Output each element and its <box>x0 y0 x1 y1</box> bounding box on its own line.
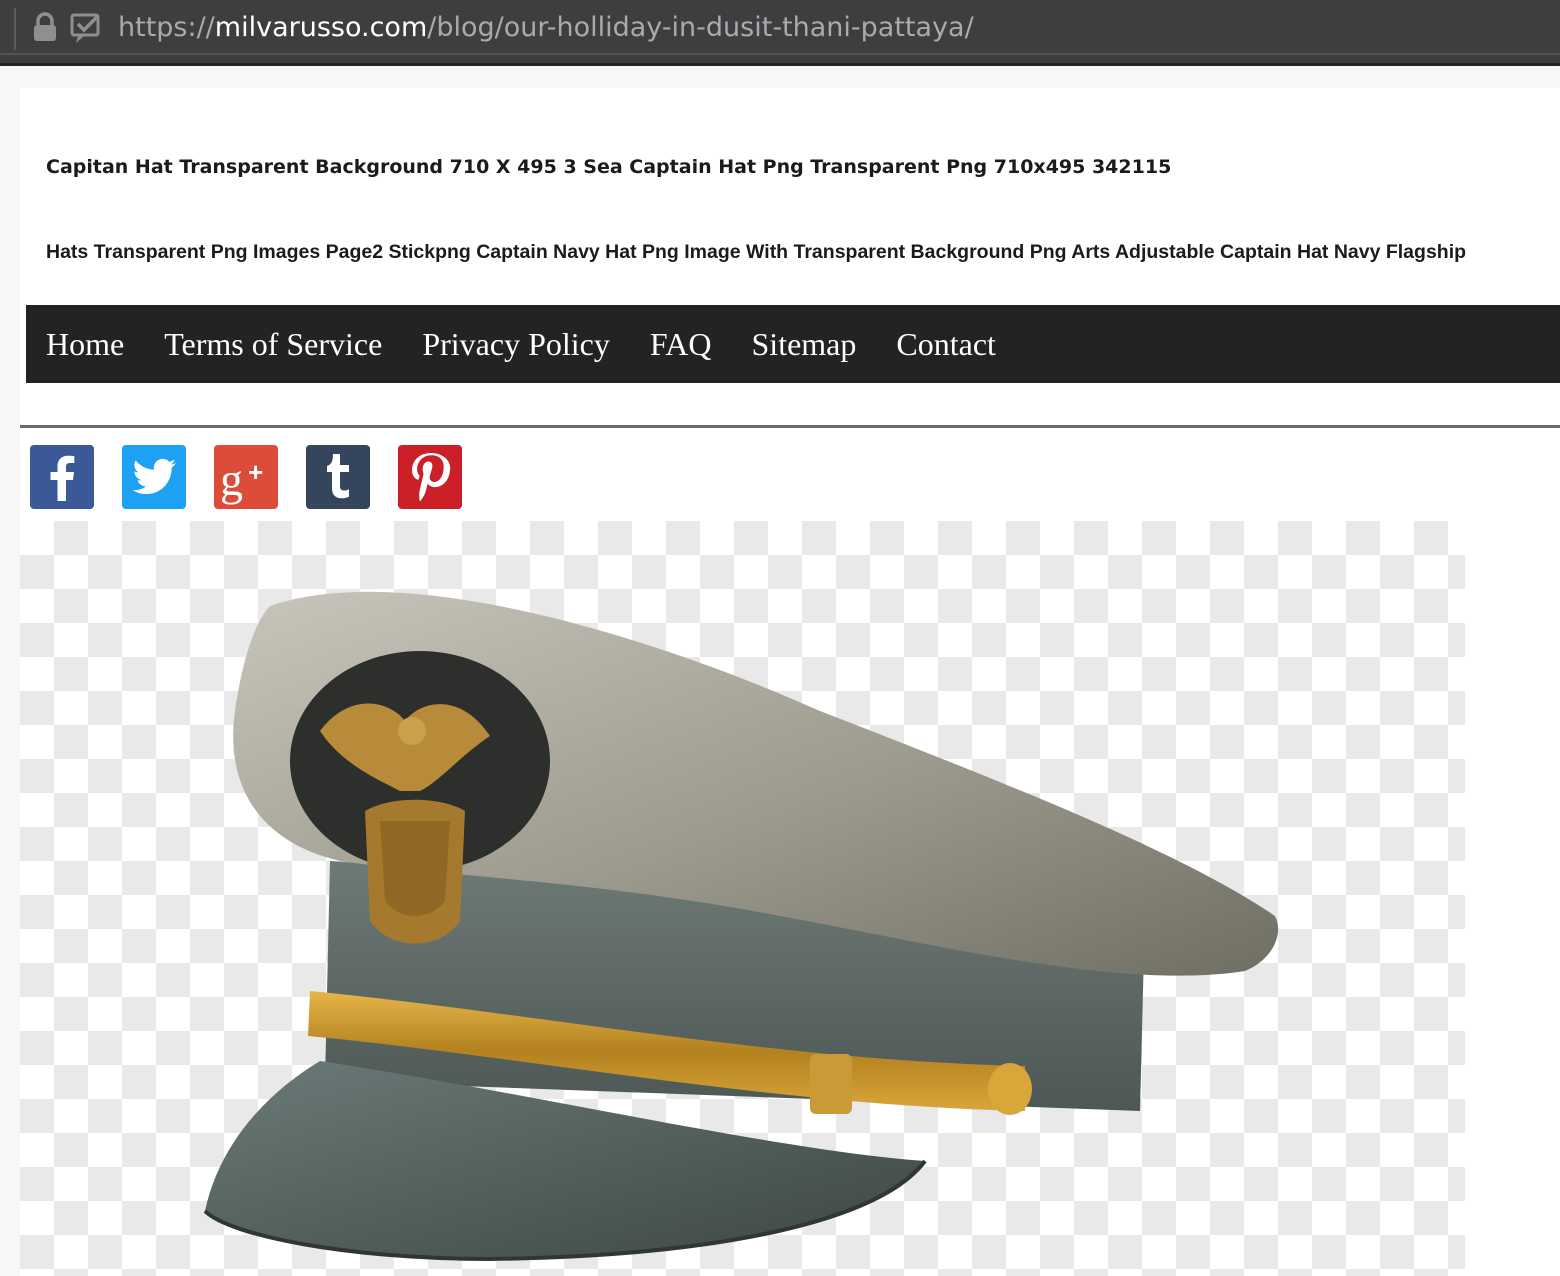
facebook-icon <box>50 455 75 501</box>
google-plus-icon: g + <box>220 454 263 505</box>
page-subtitle[interactable]: Hats Transparent Png Images Page2 Stickp… <box>46 241 1466 264</box>
nav-faq[interactable]: FAQ <box>650 326 712 363</box>
pinterest-icon <box>412 453 451 502</box>
tumblr-icon <box>327 454 349 499</box>
cord-button <box>988 1063 1032 1115</box>
lock-icon[interactable] <box>32 12 58 42</box>
tumblr-share-button[interactable] <box>306 445 370 509</box>
toolbar-separator <box>14 8 16 50</box>
google-plus-share-button[interactable]: g + <box>214 445 278 509</box>
nav-home[interactable]: Home <box>46 326 124 363</box>
nav-privacy-policy[interactable]: Privacy Policy <box>422 326 610 363</box>
twitter-icon <box>132 458 176 495</box>
url-bar-divider <box>0 53 1560 55</box>
page-content: Capitan Hat Transparent Background 710 X… <box>20 88 1560 1276</box>
nav-sitemap[interactable]: Sitemap <box>752 326 857 363</box>
svg-text:+: + <box>248 457 263 487</box>
page-title[interactable]: Capitan Hat Transparent Background 710 X… <box>46 156 1171 178</box>
social-share-bar: g + <box>30 445 490 509</box>
browser-url-bar: https://milvarusso.com/blog/our-holliday… <box>0 0 1560 66</box>
cord-slide <box>810 1054 852 1114</box>
reader-view-icon[interactable] <box>68 10 104 46</box>
twitter-share-button[interactable] <box>122 445 186 509</box>
pinterest-share-button[interactable] <box>398 445 462 509</box>
content-divider <box>20 425 1560 428</box>
captain-hat-image[interactable] <box>20 521 1465 1276</box>
svg-text:g: g <box>220 454 243 505</box>
main-navigation: Home Terms of Service Privacy Policy FAQ… <box>26 305 1560 383</box>
nav-contact[interactable]: Contact <box>896 326 996 363</box>
facebook-share-button[interactable] <box>30 445 94 509</box>
nav-terms-of-service[interactable]: Terms of Service <box>164 326 382 363</box>
url-field[interactable]: https://milvarusso.com/blog/our-holliday… <box>118 8 974 48</box>
